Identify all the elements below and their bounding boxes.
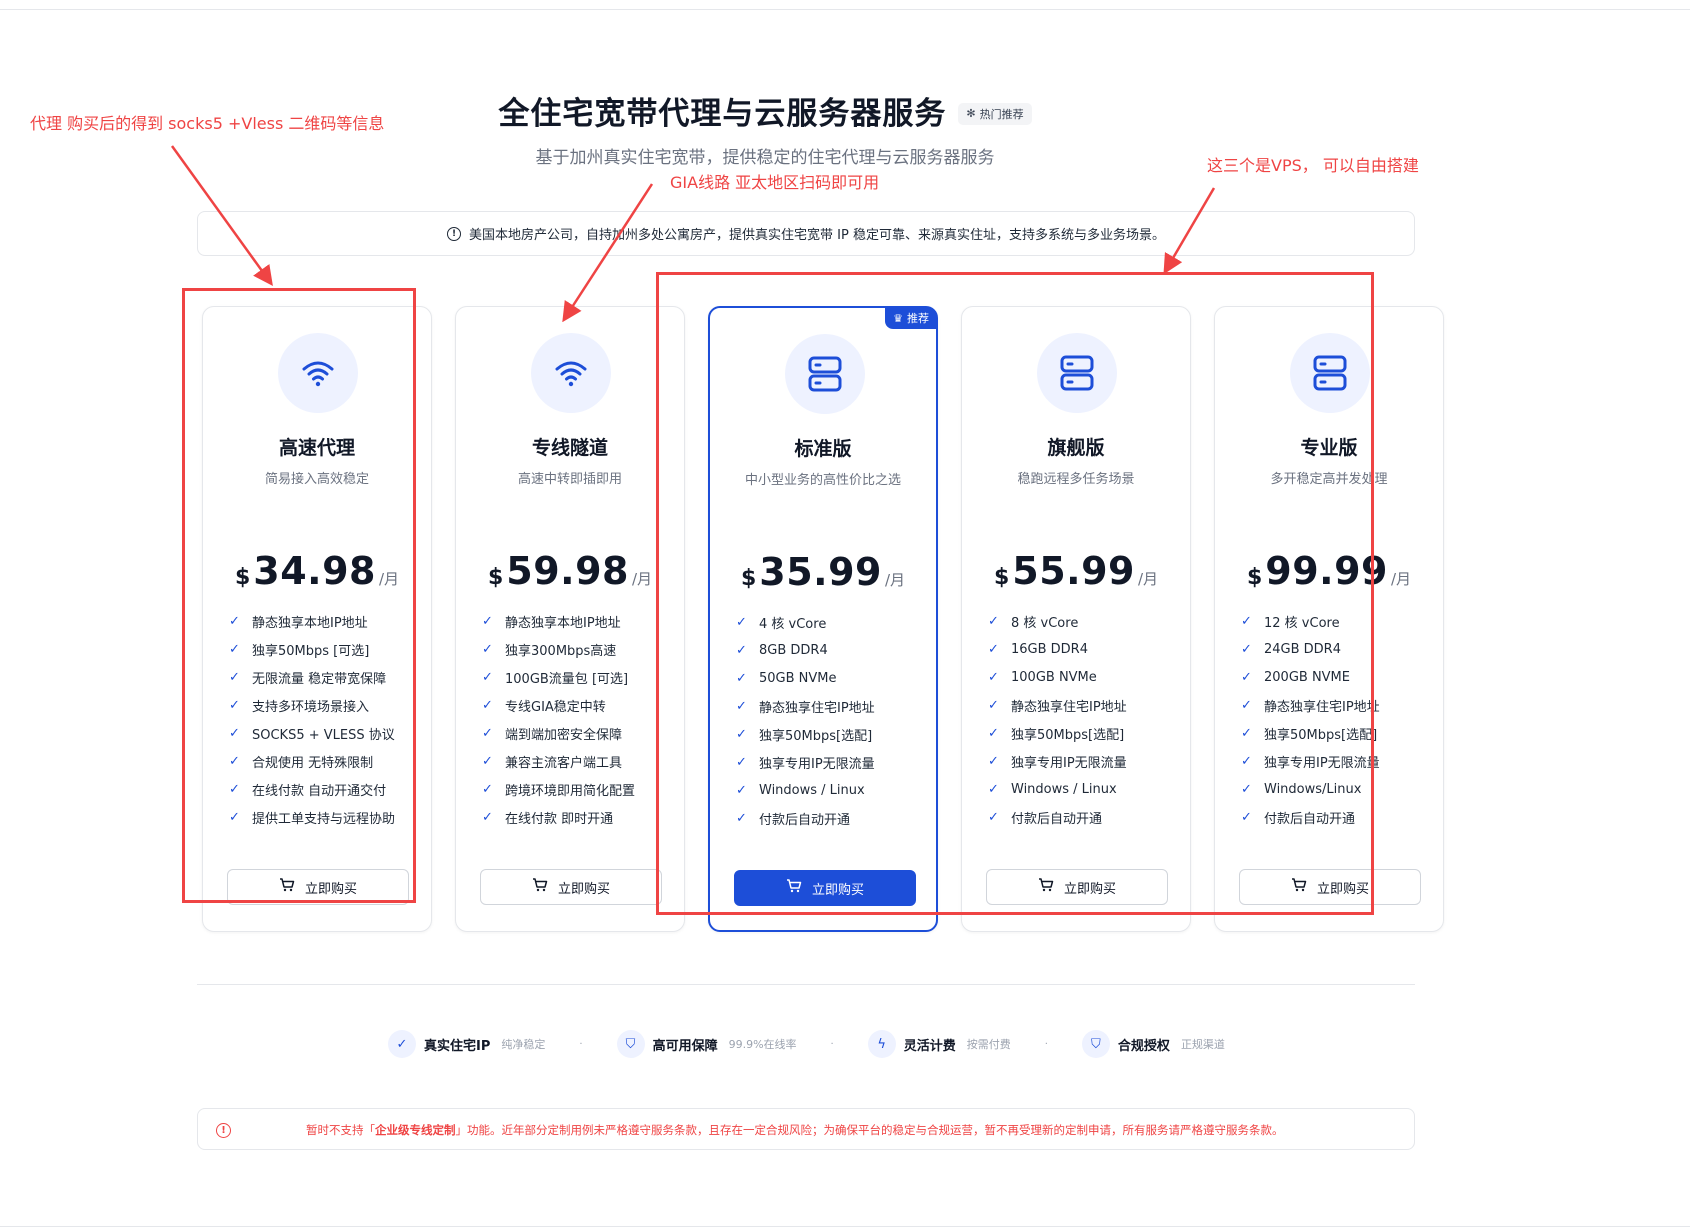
separator-dot: ·	[579, 1038, 583, 1050]
guarantee-sub: 纯净稳定	[501, 1038, 546, 1051]
warning-text: 暂时不支持「企业级专线定制」功能。近年部分定制用例未严格遵守服务条款，且存在一定…	[306, 1123, 1284, 1137]
warning-highlight: 企业级专线定制	[375, 1123, 456, 1137]
guarantee-title: 真实住宅IP	[424, 1038, 491, 1054]
arrow-vps	[1163, 187, 1216, 275]
guarantee-item: ϟ 灵活计费 按需付费	[867, 1030, 1011, 1058]
guarantee-sub: 99.9%在线率	[728, 1038, 797, 1051]
alert-icon: !	[216, 1123, 231, 1138]
guarantee-sub: 按需付费	[966, 1038, 1011, 1051]
guarantee-title: 高可用保障	[652, 1038, 718, 1054]
shield-icon: ⛉	[616, 1030, 645, 1058]
guarantee-strip: ✓ 真实住宅IP 纯净稳定 · ⛉ 高可用保障 99.9%在线率 · ϟ 灵活计费 按需付费 · ⛉ 合规…	[388, 1030, 1225, 1058]
guarantee-item: ⛉ 高可用保障 99.9%在线率	[616, 1030, 797, 1058]
guarantee-sub: 正规渠道	[1180, 1038, 1225, 1051]
guarantee-title: 合规授权	[1117, 1038, 1170, 1054]
check-icon: ✓	[388, 1030, 416, 1058]
bolt-icon: ϟ	[867, 1030, 896, 1058]
arrow-gia	[562, 183, 654, 323]
separator-dot: ·	[1044, 1038, 1048, 1050]
separator-dot: ·	[830, 1038, 834, 1050]
section-divider	[197, 984, 1415, 985]
bottom-border	[0, 1226, 1690, 1227]
guarantee-title: 灵活计费	[903, 1038, 956, 1054]
arrow-proxy	[170, 145, 273, 287]
guarantee-item: ⛉ 合规授权 正规渠道	[1081, 1030, 1225, 1058]
warning-banner: ! 暂时不支持「企业级专线定制」功能。近年部分定制用例未严格遵守服务条款，且存在…	[197, 1108, 1415, 1150]
shield-icon: ⛉	[1081, 1030, 1110, 1058]
guarantee-item: ✓ 真实住宅IP 纯净稳定	[388, 1030, 545, 1058]
